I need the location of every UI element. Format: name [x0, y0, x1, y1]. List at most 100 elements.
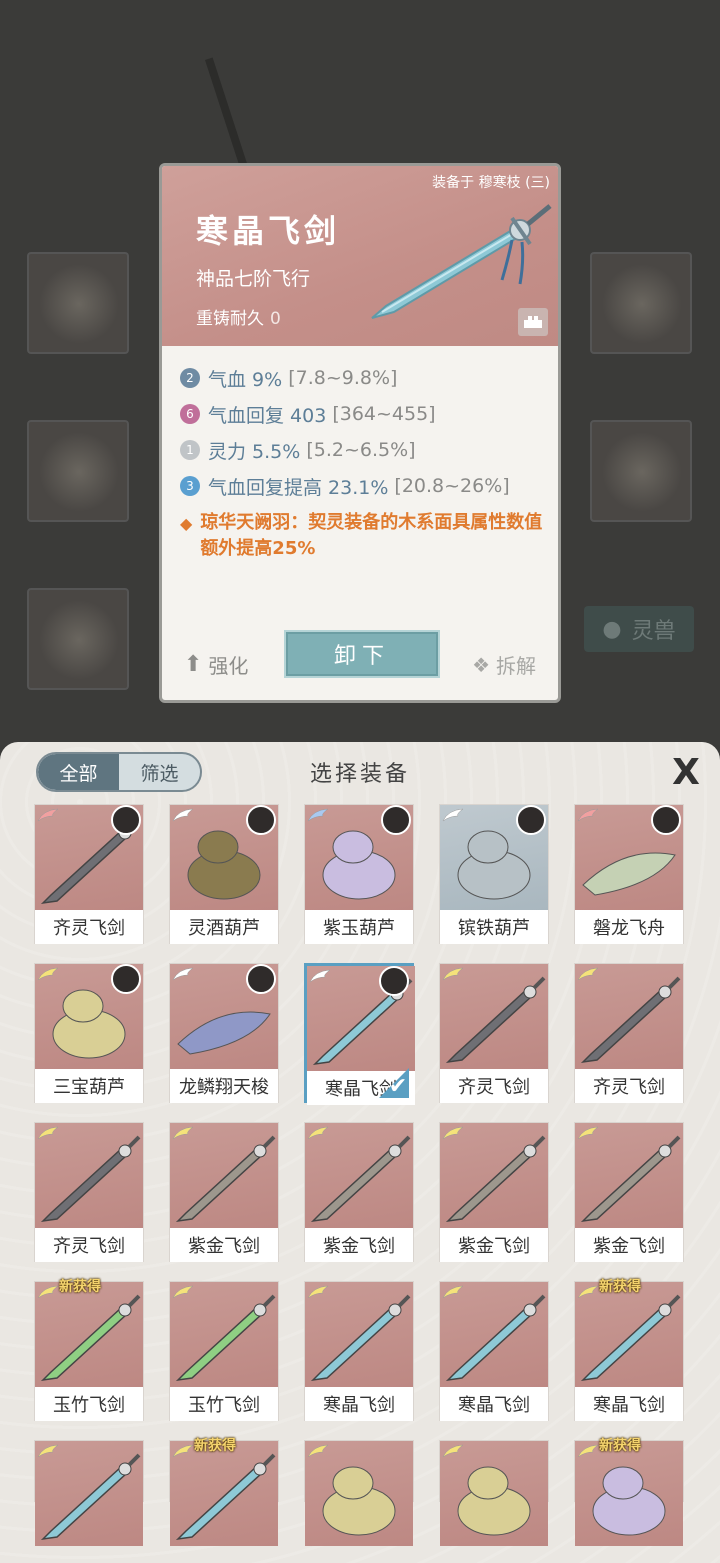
owner-avatar [379, 966, 409, 996]
equipment-name: 紫金飞剑 [575, 1228, 683, 1262]
special-effect: ◆ 琼华天阙羽：契灵装备的木系面具属性数值额外提高25% [180, 510, 558, 562]
recast-label: 重铸耐久 [196, 309, 264, 329]
equipment-name: 磐龙飞舟 [575, 910, 683, 944]
equipment-tile[interactable]: 磐龙飞舟 [574, 804, 684, 944]
equipment-tile[interactable]: 寒晶飞剑 [304, 1281, 414, 1421]
wing-rank-icon [577, 1125, 599, 1140]
up-arrow-icon: ⬆ [184, 652, 203, 677]
owner-avatar [651, 805, 681, 835]
equipment-tile[interactable]: 新获得 [169, 1438, 279, 1546]
equipment-tile[interactable] [34, 1440, 144, 1546]
stat-row: 2 气血 9% [7.8~9.8%] [180, 360, 558, 396]
equipment-name: 玉竹飞剑 [35, 1387, 143, 1421]
rank-badge: 2 [180, 368, 200, 388]
dismantle-button[interactable]: ❖ 拆解 [472, 650, 536, 679]
owner-avatar [246, 964, 276, 994]
equipment-tile[interactable]: 紫金飞剑 [304, 1122, 414, 1262]
wing-rank-icon [577, 1284, 599, 1299]
slot-art [39, 264, 119, 344]
wing-rank-icon [309, 968, 331, 983]
equipment-tile[interactable]: 玉竹飞剑 [169, 1281, 279, 1421]
wing-rank-icon [172, 1443, 194, 1458]
strengthen-label: 强化 [208, 654, 249, 678]
stat-range: [364~455] [332, 403, 436, 425]
equipment-tile[interactable]: 三宝葫芦 [34, 963, 144, 1103]
paw-icon: ● [602, 616, 622, 642]
owner-avatar [246, 805, 276, 835]
diamond-icon: ◆ [180, 514, 193, 533]
equipment-tile[interactable]: 新获得玉竹飞剑 [34, 1279, 144, 1421]
wing-rank-icon [442, 1125, 464, 1140]
equipment-name: 齐灵飞剑 [575, 1069, 683, 1103]
equipment-tile[interactable] [304, 1440, 414, 1546]
equipment-tile[interactable] [439, 1440, 549, 1546]
stat-text: 气血 9% [208, 368, 283, 391]
equipment-tile[interactable]: 齐灵飞剑 [439, 963, 549, 1103]
background-slot [590, 420, 692, 522]
card-header: 装备于 穆寒枝 (三) 寒晶飞剑 神品七阶飞行 重铸耐久 0 [162, 166, 558, 346]
equipment-tile[interactable]: 齐灵飞剑 [34, 1122, 144, 1262]
equipment-name: 紫金飞剑 [305, 1228, 413, 1262]
equipment-name: 三宝葫芦 [35, 1069, 143, 1103]
dismantle-label: 拆解 [496, 654, 536, 678]
equipment-tile[interactable]: 镔铁葫芦 [439, 804, 549, 944]
lingshou-tab: ● 灵兽 [584, 606, 694, 652]
wing-rank-icon [172, 966, 194, 981]
equipment-tile[interactable]: 寒晶飞剑 ✔ [304, 963, 415, 1105]
close-icon[interactable]: X [666, 752, 706, 793]
wing-rank-icon [307, 807, 329, 822]
wing-rank-icon [442, 966, 464, 981]
equipped-by-label: 装备于 穆寒枝 (三) [432, 175, 550, 191]
wing-rank-icon [577, 807, 599, 822]
equipment-tile[interactable]: 紫金飞剑 [439, 1122, 549, 1262]
equipment-name: 紫金飞剑 [170, 1228, 278, 1262]
strengthen-button[interactable]: ⬆ 强化 [184, 650, 248, 679]
stat-text: 灵力 5.5% [208, 440, 301, 463]
equipment-tile[interactable]: 齐灵飞剑 [34, 804, 144, 944]
owner-avatar [516, 805, 546, 835]
equipment-tile[interactable]: 紫金飞剑 [169, 1122, 279, 1262]
equipment-tile[interactable]: 新获得 [574, 1438, 684, 1546]
wing-rank-icon [307, 1284, 329, 1299]
slot-art [39, 600, 119, 680]
equipment-tile[interactable]: 灵酒葫芦 [169, 804, 279, 944]
new-obtained-tag: 新获得 [599, 1279, 641, 1295]
equipment-name: 寒晶飞剑 [440, 1387, 548, 1421]
equipment-name: 寒晶飞剑 [305, 1387, 413, 1421]
owner-avatar [111, 805, 141, 835]
lingshou-label: 灵兽 [631, 619, 676, 644]
equipment-tile[interactable]: 寒晶飞剑 [439, 1281, 549, 1421]
rank-badge: 6 [180, 404, 200, 424]
background-slot [27, 252, 129, 354]
stat-row: 1 灵力 5.5% [5.2~6.5%] [180, 432, 558, 468]
background-slot [27, 420, 129, 522]
equipment-name: 玉竹飞剑 [170, 1387, 278, 1421]
equipment-name: 齐灵飞剑 [35, 910, 143, 944]
stat-range: [7.8~9.8%] [288, 367, 398, 389]
wing-rank-icon [37, 1284, 59, 1299]
equipment-tile[interactable]: 龙鳞翔天梭 [169, 963, 279, 1103]
background-slot [27, 588, 129, 690]
wing-rank-icon [37, 966, 59, 981]
wing-rank-icon [442, 1284, 464, 1299]
wing-rank-icon [172, 1284, 194, 1299]
wing-rank-icon [37, 1125, 59, 1140]
stats-list: 2 气血 9% [7.8~9.8%] 6 气血回复 403 [364~455] … [162, 346, 558, 562]
wing-rank-icon [37, 807, 59, 822]
new-obtained-tag: 新获得 [59, 1279, 101, 1295]
equipment-tile[interactable]: 新获得 寒晶飞剑 [574, 1279, 684, 1421]
special-effect-text: 琼华天阙羽：契灵装备的木系面具属性数值额外提高25% [200, 512, 543, 559]
equipment-tile[interactable]: 紫金飞剑 [574, 1122, 684, 1262]
wing-rank-icon [307, 1125, 329, 1140]
equipment-tile[interactable]: 齐灵飞剑 [574, 963, 684, 1103]
lock-icon[interactable] [518, 308, 548, 336]
wing-rank-icon [442, 1443, 464, 1458]
recast-durability: 重铸耐久 0 [196, 304, 281, 329]
equipment-name: 齐灵飞剑 [35, 1228, 143, 1262]
wing-rank-icon [172, 807, 194, 822]
stat-range: [20.8~26%] [394, 475, 510, 497]
wing-rank-icon [577, 966, 599, 981]
equipment-tile[interactable]: 紫玉葫芦 [304, 804, 414, 944]
unequip-button[interactable]: 卸下 [284, 630, 440, 678]
wing-rank-icon [442, 807, 464, 822]
